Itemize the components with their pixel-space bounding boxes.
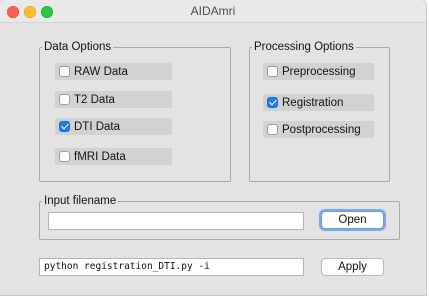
raw-data-checkbox-box[interactable] — [59, 66, 70, 77]
checkbox-dti-data[interactable]: DTI Data — [55, 118, 172, 135]
registration-label: Registration — [282, 96, 344, 109]
app-window: AIDAmri Data Options RAW Data T2 Data DT… — [0, 0, 426, 295]
command-field[interactable]: python registration_DTI.py -i — [39, 258, 304, 276]
raw-data-label: RAW Data — [74, 65, 128, 78]
postprocessing-label: Postprocessing — [282, 123, 361, 136]
title-bar: AIDAmri — [0, 0, 426, 23]
open-button[interactable]: Open — [321, 211, 384, 229]
postprocessing-checkbox-box[interactable] — [267, 124, 278, 135]
dti-data-label: DTI Data — [74, 120, 121, 133]
window-title: AIDAmri — [190, 4, 236, 18]
input-filename-label: Input filename — [42, 194, 119, 208]
input-filename-field[interactable] — [48, 212, 304, 230]
preprocessing-label: Preprocessing — [282, 65, 356, 78]
checkbox-t2-data[interactable]: T2 Data — [55, 91, 172, 108]
fmri-data-label: fMRI Data — [74, 150, 126, 163]
data-options-label: Data Options — [42, 40, 114, 54]
checkbox-registration[interactable]: Registration — [263, 94, 374, 111]
t2-data-label: T2 Data — [74, 93, 115, 106]
processing-options-label: Processing Options — [252, 40, 356, 54]
fmri-data-checkbox-box[interactable] — [59, 151, 70, 162]
t2-data-checkbox-box[interactable] — [59, 94, 70, 105]
checkbox-fmri-data[interactable]: fMRI Data — [55, 148, 172, 165]
registration-checkbox-box[interactable] — [267, 97, 278, 108]
checkbox-postprocessing[interactable]: Postprocessing — [263, 121, 374, 138]
checkbox-preprocessing[interactable]: Preprocessing — [263, 63, 374, 80]
preprocessing-checkbox-box[interactable] — [267, 66, 278, 77]
checkbox-raw-data[interactable]: RAW Data — [55, 63, 172, 80]
apply-button[interactable]: Apply — [321, 258, 384, 276]
dti-data-checkbox-box[interactable] — [59, 121, 70, 132]
